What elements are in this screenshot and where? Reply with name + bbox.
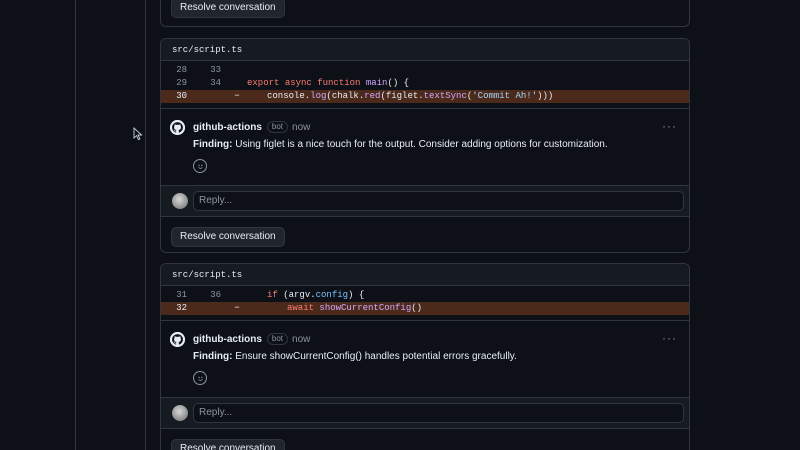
- resolve-conversation-button[interactable]: Resolve conversation: [171, 0, 285, 18]
- finding-text: Using figlet is a nice touch for the out…: [232, 139, 608, 150]
- new-line-number: 33: [210, 65, 221, 75]
- comment-body: Finding: Ensure showCurrentConfig() hand…: [193, 350, 679, 364]
- smiley-icon[interactable]: [193, 371, 207, 385]
- reply-input[interactable]: Reply...: [193, 403, 684, 423]
- resolve-area: Resolve conversation: [161, 216, 689, 252]
- code-text: if (argv.config) {: [267, 290, 365, 300]
- resolve-conversation-button[interactable]: Resolve conversation: [171, 439, 285, 450]
- avatar: [172, 405, 188, 421]
- timeline-divider: [145, 0, 146, 450]
- comment-time[interactable]: now: [292, 122, 310, 133]
- code-text: console.log(chalk.red(figlet.textSync('C…: [267, 91, 554, 101]
- finding-label: Finding:: [193, 351, 233, 362]
- code-text: await showCurrentConfig(): [287, 303, 423, 313]
- diff-hunk: 31 36 if (argv.config) { 32 − await show…: [161, 286, 689, 315]
- comment-header: github-actions bot now: [193, 331, 679, 347]
- diff-line: 28 33: [161, 64, 689, 77]
- new-line-number: 36: [210, 290, 221, 300]
- review-comment: github-actions bot now ··· Finding: Usin…: [161, 108, 689, 185]
- reply-row: Reply...: [161, 185, 689, 216]
- file-path[interactable]: src/script.ts: [161, 39, 689, 61]
- diff-hunk: 28 33 29 34 export async function main()…: [161, 61, 689, 103]
- bot-badge: bot: [266, 333, 289, 345]
- diff-line: 31 36 if (argv.config) {: [161, 289, 689, 302]
- diff-marker: [227, 77, 247, 90]
- smiley-icon[interactable]: [193, 159, 207, 173]
- github-mark-icon[interactable]: [170, 332, 185, 347]
- review-thread-previous: Resolve conversation: [160, 0, 690, 27]
- old-line-number: 31: [176, 290, 187, 300]
- mouse-pointer-icon: [133, 127, 143, 141]
- comment-header: github-actions bot now: [193, 119, 679, 135]
- resolve-conversation-button[interactable]: Resolve conversation: [171, 227, 285, 247]
- reply-row: Reply...: [161, 397, 689, 428]
- comment-time[interactable]: now: [292, 334, 310, 345]
- diff-marker: [227, 289, 247, 302]
- github-mark-icon[interactable]: [170, 120, 185, 135]
- diff-line: 29 34 export async function main() {: [161, 77, 689, 90]
- old-line-number: 29: [176, 78, 187, 88]
- avatar: [172, 193, 188, 209]
- kebab-horizontal-icon[interactable]: ···: [662, 119, 677, 133]
- left-rail-divider: [75, 0, 76, 450]
- finding-label: Finding:: [193, 139, 233, 150]
- review-thread: src/script.ts 31 36 if (argv.config) { 3…: [160, 263, 690, 450]
- diff-line-deleted: 32 − await showCurrentConfig(): [161, 302, 689, 315]
- diff-marker: [227, 64, 247, 77]
- diff-marker: −: [234, 303, 240, 313]
- code-text: export async function main() {: [247, 78, 410, 88]
- file-path[interactable]: src/script.ts: [161, 264, 689, 286]
- bot-badge: bot: [266, 121, 289, 133]
- new-line-number: 34: [210, 78, 221, 88]
- comment-body: Finding: Using figlet is a nice touch fo…: [193, 138, 679, 152]
- old-line-number: 32: [176, 303, 187, 313]
- finding-text: Ensure showCurrentConfig() handles poten…: [232, 351, 517, 362]
- kebab-horizontal-icon[interactable]: ···: [662, 331, 677, 345]
- resolve-area: Resolve conversation: [161, 428, 689, 450]
- old-line-number: 30: [176, 91, 187, 101]
- diff-line-deleted: 30 − console.log(chalk.red(figlet.textSy…: [161, 90, 689, 103]
- review-comment: github-actions bot now ··· Finding: Ensu…: [161, 320, 689, 397]
- comment-author[interactable]: github-actions: [193, 334, 262, 345]
- review-thread: src/script.ts 28 33 29 34 export async f…: [160, 38, 690, 253]
- reply-input[interactable]: Reply...: [193, 191, 684, 211]
- new-line-number: [187, 90, 221, 103]
- diff-marker: −: [234, 91, 240, 101]
- old-line-number: 28: [176, 65, 187, 75]
- comment-author[interactable]: github-actions: [193, 122, 262, 133]
- resolve-area: Resolve conversation: [161, 0, 689, 26]
- new-line-number: [187, 302, 221, 315]
